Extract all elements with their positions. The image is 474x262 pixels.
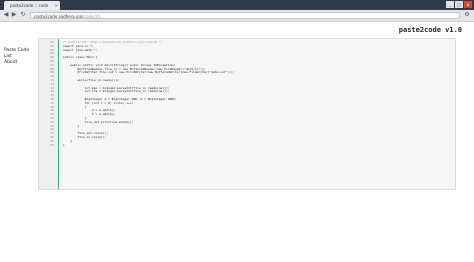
- minimize-button[interactable]: _: [446, 1, 454, 8]
- forward-arrow-icon[interactable]: ▶: [10, 11, 18, 19]
- sidebar-nav: Paste Code List About: [4, 48, 29, 66]
- window-controls: _ □ x: [446, 1, 472, 8]
- code-text: }: [63, 142, 65, 147]
- close-window-button[interactable]: x: [464, 1, 472, 8]
- reload-icon[interactable]: ↻: [19, 11, 27, 19]
- url-path: /code/10: [82, 14, 100, 19]
- page-content: paste2code v1.0 Paste Code List About 01…: [0, 22, 474, 262]
- code-viewer: 01/* paste2code: http://paste2code.sodhe…: [38, 38, 456, 190]
- browser-window: paste2code :: code ✕ _ □ x ◀ ▶ ↻ paste2c…: [0, 0, 474, 262]
- code-line: 28}: [39, 142, 455, 148]
- browser-toolbar: ◀ ▶ ↻ paste2code.sodhera.org/code/10 ⚙: [0, 10, 474, 22]
- sidebar-item-about[interactable]: About: [4, 60, 29, 66]
- tab-strip: paste2code :: code ✕ _ □ x: [0, 0, 474, 10]
- browser-tab[interactable]: paste2code :: code ✕: [4, 1, 60, 10]
- site-title: paste2code v1.0: [398, 26, 462, 34]
- url-host: paste2code.sodhera.org: [34, 14, 83, 19]
- code-lines: 01/* paste2code: http://paste2code.sodhe…: [39, 40, 455, 148]
- address-bar[interactable]: paste2code.sodhera.org/code/10: [30, 12, 460, 19]
- tab-title: paste2code :: code: [10, 3, 49, 8]
- back-arrow-icon[interactable]: ◀: [2, 11, 10, 19]
- tab-close-icon[interactable]: ✕: [55, 1, 58, 10]
- wrench-icon[interactable]: ⚙: [463, 11, 471, 19]
- maximize-button[interactable]: □: [455, 1, 463, 8]
- line-number: 28: [50, 142, 54, 147]
